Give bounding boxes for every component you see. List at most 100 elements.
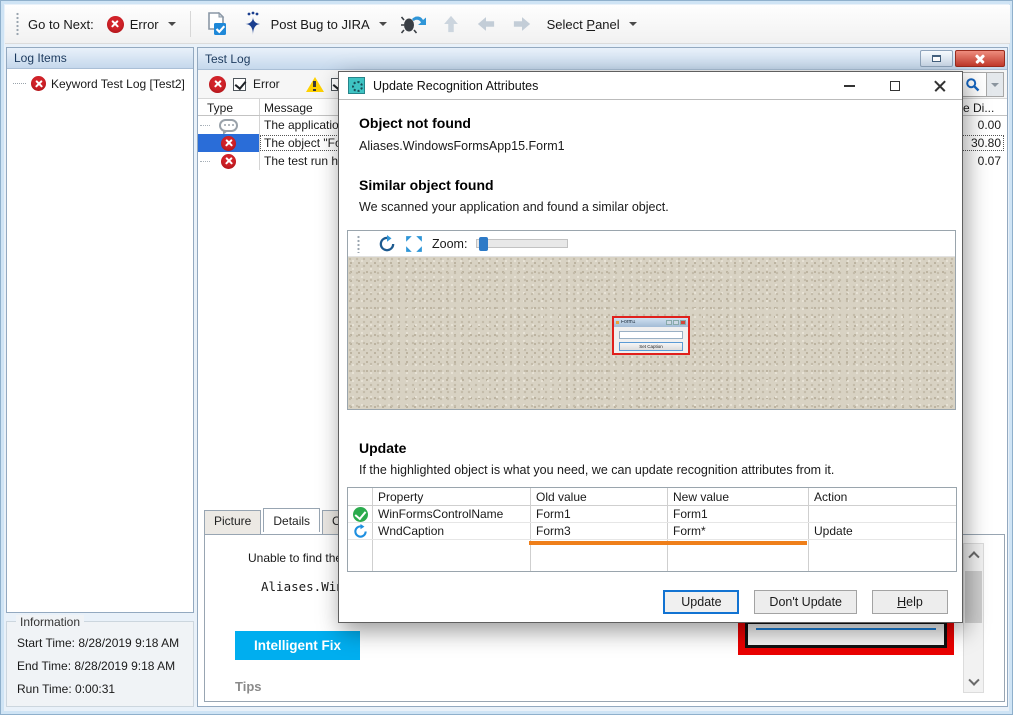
rescan-icon[interactable] — [378, 235, 396, 253]
minimize-icon — [844, 85, 855, 87]
scroll-up-button[interactable] — [964, 544, 983, 563]
similar-found-heading: Similar object found — [359, 177, 494, 193]
attributes-table-header: Property Old value New value Action — [348, 488, 956, 506]
zoom-slider[interactable] — [476, 239, 568, 248]
dialog-button-row: Update Don't Update Help — [339, 590, 948, 614]
toolbar-separator — [190, 11, 191, 37]
column-separator[interactable] — [259, 99, 260, 115]
warning-icon — [306, 77, 324, 92]
column-property: Property — [372, 488, 530, 505]
post-bug-to-jira-button[interactable]: Post Bug to JIRA — [234, 7, 394, 41]
fit-to-screen-icon[interactable] — [405, 235, 423, 253]
message-icon — [219, 119, 238, 132]
details-scrollbar[interactable] — [963, 543, 984, 693]
chevron-down-icon — [991, 83, 999, 87]
error-filter-checkbox[interactable] — [233, 78, 246, 91]
information-title: Information — [16, 615, 84, 629]
start-time-text: Start Time: 8/28/2019 9:18 AM — [17, 636, 179, 650]
tree-branch-line — [13, 83, 26, 84]
log-items-titlebar: Log Items — [7, 48, 193, 69]
object-preview-box: Zoom: Form1 Set Caption — [347, 230, 956, 410]
mini-form-button: Set Caption — [619, 342, 683, 351]
update-heading: Update — [359, 440, 406, 456]
update-description: If the highlighted object is what you ne… — [359, 463, 834, 477]
log-tree-item[interactable]: Keyword Test Log [Test2] — [13, 76, 185, 91]
attributes-table: Property Old value New value Action WinF… — [347, 487, 957, 572]
application-preview-image: Form1 Set Caption — [348, 257, 955, 409]
dialog-title: Update Recognition Attributes — [373, 79, 538, 93]
chevron-down-icon — [968, 674, 979, 685]
mini-form-caption: Form1 — [621, 320, 666, 325]
search-dropdown-button[interactable] — [987, 72, 1004, 97]
tab-picture[interactable]: Picture — [204, 510, 261, 534]
column-action: Action — [808, 488, 956, 505]
go-forward-button[interactable] — [504, 10, 540, 38]
restore-panel-button[interactable] — [920, 50, 953, 67]
highlighted-form-preview: Form1 Set Caption — [612, 316, 690, 355]
chevron-down-icon — [168, 22, 176, 26]
tips-label: Tips — [235, 679, 262, 694]
zoom-slider-thumb[interactable] — [479, 237, 488, 251]
app-window: Go to Next: Error Post Bug to JIRA — [0, 0, 1013, 715]
match-check-icon — [353, 507, 368, 522]
chevron-down-icon — [629, 22, 637, 26]
jira-icon — [241, 11, 265, 37]
run-time-text: Run Time: 0:00:31 — [17, 682, 115, 696]
error-icon — [221, 154, 236, 169]
go-up-button[interactable] — [434, 10, 468, 38]
attribute-row-controlname[interactable]: WinFormsControlName Form1 Form1 — [348, 506, 956, 523]
dialog-minimize-button[interactable] — [827, 72, 872, 100]
post-bug-forward-button[interactable] — [394, 8, 434, 40]
select-panel-label: Select Panel — [547, 17, 620, 32]
zoom-label: Zoom: — [432, 237, 467, 251]
column-type[interactable]: Type — [207, 101, 233, 115]
refresh-icon — [348, 523, 372, 539]
scrollbar-thumb[interactable] — [965, 571, 982, 623]
dialog-app-icon — [348, 77, 365, 94]
go-to-next-error-button[interactable]: Error — [100, 12, 183, 37]
log-tree-item-label: Keyword Test Log [Test2] — [51, 77, 185, 91]
post-bug-form-button[interactable] — [198, 8, 234, 40]
restore-icon — [932, 55, 941, 62]
test-log-title: Test Log — [205, 52, 250, 66]
maximize-icon — [890, 81, 900, 91]
close-icon — [975, 53, 986, 64]
error-filter-label: Error — [253, 77, 280, 91]
preview-toolbar-grip[interactable] — [356, 235, 361, 253]
update-button[interactable]: Update — [663, 590, 739, 614]
chevron-down-icon — [379, 22, 387, 26]
help-button[interactable]: Help — [872, 590, 948, 614]
error-icon — [209, 76, 226, 93]
error-icon — [31, 76, 46, 91]
attribute-row-wndcaption[interactable]: WndCaption Form3 Form* Update — [348, 523, 956, 540]
column-message[interactable]: Message — [264, 101, 313, 115]
search-split-button[interactable] — [958, 72, 1004, 97]
go-to-next-error-label: Error — [130, 17, 159, 32]
log-items-panel: Log Items Keyword Test Log [Test2] — [6, 47, 194, 613]
arrow-right-icon — [511, 14, 533, 34]
go-to-next-label: Go to Next: — [28, 17, 94, 32]
test-log-titlebar: Test Log — [198, 48, 1007, 70]
close-panel-button[interactable] — [955, 50, 1005, 67]
dialog-maximize-button[interactable] — [872, 72, 917, 100]
not-found-alias: Aliases.WindowsFormsApp15.Form1 — [359, 139, 565, 153]
select-panel-button[interactable]: Select Panel — [540, 13, 644, 36]
tab-details[interactable]: Details — [263, 508, 320, 532]
error-icon — [221, 136, 236, 151]
update-recognition-dialog: Update Recognition Attributes Object not… — [338, 71, 963, 623]
dialog-close-button[interactable] — [917, 72, 962, 100]
toolbar-grip[interactable] — [15, 12, 20, 36]
scroll-down-button[interactable] — [964, 673, 983, 692]
arrow-left-icon — [475, 14, 497, 34]
dont-update-button[interactable]: Don't Update — [754, 590, 857, 614]
post-bug-to-jira-label: Post Bug to JIRA — [271, 17, 370, 32]
mini-form-icon — [616, 321, 619, 324]
intelligent-fix-button[interactable]: Intelligent Fix — [235, 631, 360, 660]
mini-form-textbox — [619, 331, 683, 339]
details-error-text: Unable to find the — [248, 551, 342, 565]
dialog-titlebar[interactable]: Update Recognition Attributes — [339, 72, 962, 100]
main-toolbar: Go to Next: Error Post Bug to JIRA — [5, 5, 1010, 44]
end-time-text: End Time: 8/28/2019 9:18 AM — [17, 659, 175, 673]
go-back-button[interactable] — [468, 10, 504, 38]
log-items-title: Log Items — [14, 51, 67, 65]
